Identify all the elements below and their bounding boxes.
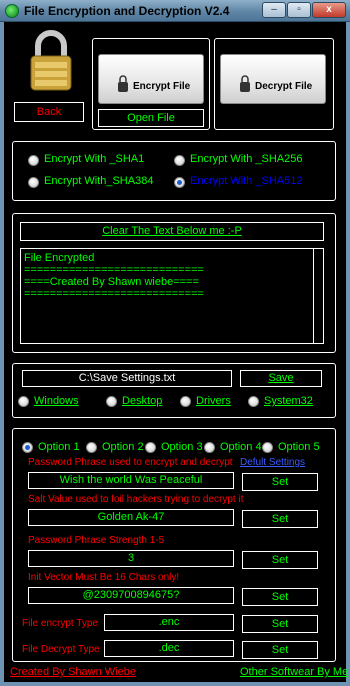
encrypt-type-input[interactable]: .enc	[104, 614, 234, 631]
decrypt-file-button[interactable]: Decrypt File	[220, 54, 326, 104]
other-software-link[interactable]: Other Softwear By Me	[240, 666, 348, 678]
encrypt-file-label: Encrypt File	[133, 81, 191, 92]
label-option-3: Option 3	[161, 441, 203, 453]
set-phrase-button[interactable]: Set	[242, 473, 318, 491]
lock-icon	[240, 75, 250, 92]
radio-sha384[interactable]	[28, 177, 39, 188]
label-system32: System32	[264, 395, 313, 407]
strength-value: 3	[127, 552, 135, 564]
label-drivers: Drivers	[196, 395, 231, 407]
iv-input[interactable]: @2309700894675?	[28, 587, 234, 604]
padlock-icon	[30, 30, 72, 91]
text-line: ============================	[24, 264, 204, 276]
set-salt-button[interactable]: Set	[242, 510, 318, 528]
label-sha512: Encrypt With _SHA512	[190, 175, 303, 187]
radio-option-1[interactable]	[22, 442, 33, 453]
window-title: File Encryption and Decryption V2.4	[24, 4, 230, 18]
set-encrypt-type-button[interactable]: Set	[242, 615, 318, 633]
phrase-input[interactable]: Wish the world Was Peaceful	[28, 472, 234, 489]
text-line: ============================	[24, 288, 204, 300]
radio-option-3[interactable]	[145, 442, 156, 453]
set-iv-button[interactable]: Set	[242, 588, 318, 606]
salt-label: Salt Value used to foil hackers trying t…	[28, 494, 244, 505]
text-scrollbar[interactable]	[313, 249, 323, 343]
default-settings-link[interactable]: Defult Settings	[240, 457, 305, 468]
decrypt-type-label: File Decrypt Type	[22, 644, 100, 655]
radio-desktop[interactable]	[106, 396, 117, 407]
text-line: File Encrypted	[24, 252, 95, 264]
label-desktop: Desktop	[122, 395, 163, 407]
strength-input[interactable]: 3	[28, 550, 234, 567]
radio-option-5[interactable]	[262, 442, 273, 453]
encrypt-type-value: .enc	[158, 616, 180, 628]
label-option-2: Option 2	[102, 441, 144, 453]
clear-text-label: Clear The Text Below me :-P	[102, 225, 242, 237]
set-strength-button[interactable]: Set	[242, 551, 318, 569]
radio-sha512[interactable]	[174, 177, 185, 188]
close-button[interactable]: x	[312, 2, 346, 18]
radio-sha1[interactable]	[28, 155, 39, 166]
label-windows: Windows	[34, 395, 79, 407]
hash-panel	[12, 141, 336, 201]
radio-sha256[interactable]	[174, 155, 185, 166]
radio-option-4[interactable]	[204, 442, 215, 453]
label-option-1: Option 1	[38, 441, 80, 453]
open-file-button[interactable]: Open File	[98, 109, 204, 127]
label-sha256: Encrypt With _SHA256	[190, 153, 303, 165]
clear-text-button[interactable]: Clear The Text Below me :-P	[20, 222, 324, 241]
label-option-4: Option 4	[220, 441, 262, 453]
back-button[interactable]: Back	[14, 102, 84, 122]
label-option-5: Option 5	[278, 441, 320, 453]
save-path-value: C:\Save Settings.txt	[78, 372, 176, 384]
iv-label: Init Vector Must Be 16 Chars only!	[28, 572, 180, 583]
salt-input[interactable]: Golden Ak-47	[28, 509, 234, 526]
radio-system32[interactable]	[248, 396, 259, 407]
encrypt-file-button[interactable]: Encrypt File	[98, 54, 204, 104]
created-by-link[interactable]: Created By Shawn Wiebe	[10, 666, 136, 678]
title-bar: File Encryption and Decryption V2.4 – ▫ …	[0, 0, 350, 22]
save-button[interactable]: Save	[240, 370, 322, 387]
back-label: Back	[36, 106, 62, 118]
output-textarea[interactable]: File Encrypted =========================…	[20, 248, 324, 344]
phrase-label: Password Phrase used to encrypt and decr…	[28, 457, 233, 468]
app-icon	[5, 4, 19, 18]
minimize-button[interactable]: –	[262, 2, 286, 18]
decrypt-type-value: .dec	[158, 642, 180, 654]
set-decrypt-type-button[interactable]: Set	[242, 641, 318, 659]
radio-drivers[interactable]	[180, 396, 191, 407]
maximize-button[interactable]: ▫	[287, 2, 311, 18]
label-sha384: Encrypt With_SHA384	[44, 175, 154, 187]
open-file-label: Open File	[127, 112, 175, 124]
decrypt-type-input[interactable]: .dec	[104, 640, 234, 657]
radio-option-2[interactable]	[86, 442, 97, 453]
iv-value: @2309700894675?	[82, 589, 180, 601]
phrase-value: Wish the world Was Peaceful	[59, 474, 203, 486]
save-path-input[interactable]: C:\Save Settings.txt	[22, 370, 232, 387]
encrypt-type-label: File encrypt Type	[22, 618, 98, 629]
lock-icon	[118, 75, 128, 92]
salt-value: Golden Ak-47	[97, 511, 165, 523]
label-sha1: Encrypt With _SHA1	[44, 153, 145, 165]
strength-label: Password Phrase Strength 1-5	[28, 535, 165, 546]
radio-windows[interactable]	[18, 396, 29, 407]
text-line: ====Created By Shawn wiebe====	[24, 276, 199, 288]
decrypt-file-label: Decrypt File	[255, 81, 313, 92]
save-label: Save	[268, 372, 294, 384]
